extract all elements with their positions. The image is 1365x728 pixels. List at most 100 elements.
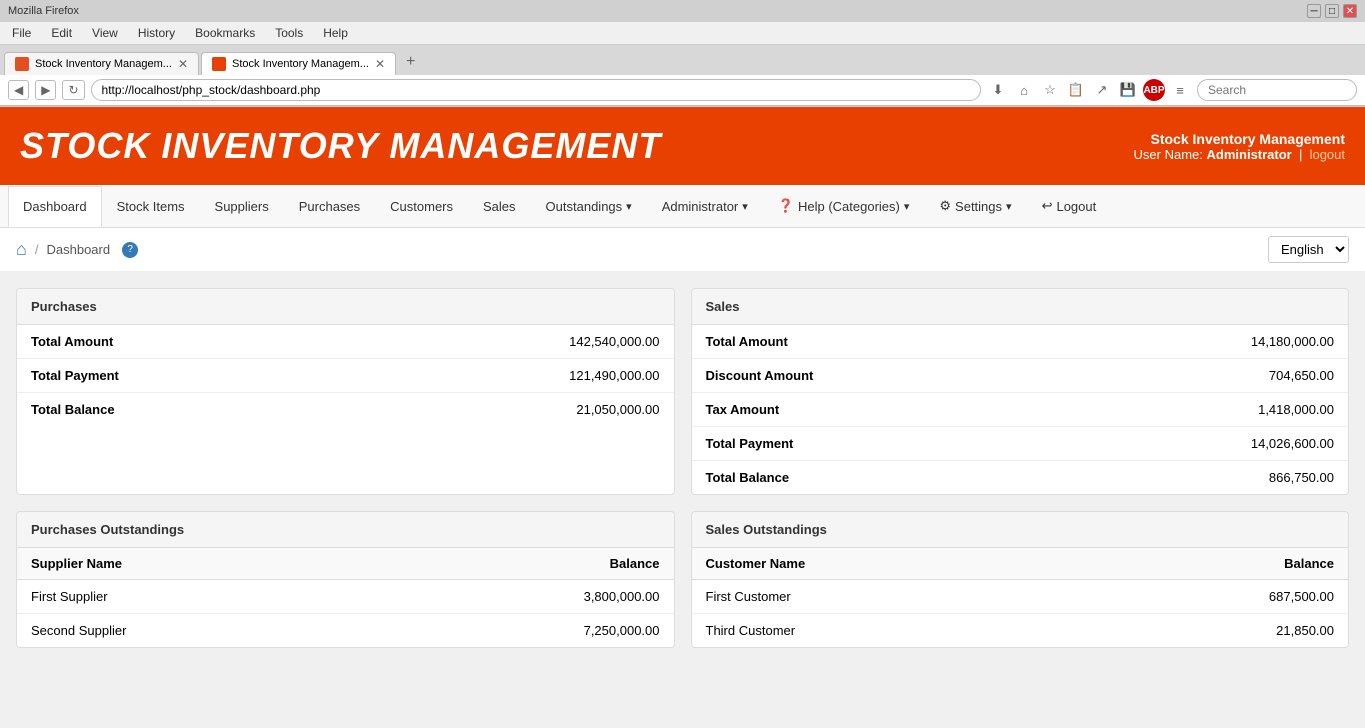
- app-user-info: User Name: Administrator | logout: [1134, 147, 1345, 162]
- minimize-button[interactable]: ─: [1307, 4, 1321, 18]
- row-value: 866,750.00: [1053, 461, 1348, 495]
- table-row: Total Balance21,050,000.00: [17, 393, 674, 427]
- customer-name: Third Customer: [692, 614, 1072, 648]
- reader-icon[interactable]: 📋: [1065, 79, 1087, 101]
- row-label: Total Amount: [17, 325, 378, 359]
- logout-icon: ↩: [1042, 198, 1053, 214]
- nav-settings[interactable]: ⚙ Settings: [924, 185, 1026, 227]
- home-nav-icon[interactable]: ⌂: [1013, 79, 1035, 101]
- row-label: Total Amount: [692, 325, 1053, 359]
- purchases-outstandings-table: Supplier Name Balance First Supplier3,80…: [17, 548, 674, 647]
- supplier-balance: 3,800,000.00: [373, 580, 673, 614]
- row-value: 21,050,000.00: [378, 393, 673, 427]
- row-label: Discount Amount: [692, 359, 1053, 393]
- menu-help[interactable]: Help: [319, 24, 352, 42]
- bookmark-icon[interactable]: ☆: [1039, 79, 1061, 101]
- menu-edit[interactable]: Edit: [47, 24, 76, 42]
- menu-view[interactable]: View: [88, 24, 122, 42]
- address-input[interactable]: [91, 79, 981, 101]
- purchases-outstandings-header: Purchases Outstandings: [17, 512, 674, 548]
- nav-customers[interactable]: Customers: [375, 186, 468, 227]
- supplier-name: First Supplier: [17, 580, 373, 614]
- row-value: 1,418,000.00: [1053, 393, 1348, 427]
- menu-bookmarks[interactable]: Bookmarks: [191, 24, 259, 42]
- tab-label-1: Stock Inventory Managem...: [35, 58, 172, 70]
- menu-history[interactable]: History: [134, 24, 179, 42]
- download-icon[interactable]: ⬇: [987, 79, 1009, 101]
- breadcrumb-help-icon[interactable]: ?: [122, 242, 138, 258]
- language-select[interactable]: English: [1268, 236, 1349, 263]
- browser-tab-1[interactable]: Stock Inventory Managem... ✕: [4, 52, 199, 75]
- help-circle-icon: ❓: [778, 198, 794, 214]
- username-label: Administrator: [1207, 147, 1292, 162]
- purchases-panel-header: Purchases: [17, 289, 674, 325]
- menu-file[interactable]: File: [8, 24, 35, 42]
- purchases-table: Total Amount142,540,000.00Total Payment1…: [17, 325, 674, 426]
- sales-panel: Sales Total Amount14,180,000.00Discount …: [691, 288, 1350, 495]
- table-row: Total Payment121,490,000.00: [17, 359, 674, 393]
- nav-stock-items[interactable]: Stock Items: [102, 186, 200, 227]
- po-col-name: Supplier Name: [17, 548, 373, 580]
- purchases-outstandings-panel: Purchases Outstandings Supplier Name Bal…: [16, 511, 675, 648]
- reload-button[interactable]: ↻: [62, 80, 84, 100]
- so-col-balance: Balance: [1071, 548, 1348, 580]
- row-value: 14,180,000.00: [1053, 325, 1348, 359]
- search-input[interactable]: [1197, 79, 1357, 101]
- table-row: Third Customer21,850.00: [692, 614, 1349, 648]
- main-content: Purchases Total Amount142,540,000.00Tota…: [0, 272, 1365, 680]
- so-col-name: Customer Name: [692, 548, 1072, 580]
- row-value: 142,540,000.00: [378, 325, 673, 359]
- dashboard-row-2: Purchases Outstandings Supplier Name Bal…: [16, 511, 1349, 648]
- share-icon[interactable]: ↗: [1091, 79, 1113, 101]
- adblock-icon[interactable]: ABP: [1143, 79, 1165, 101]
- table-row: Total Amount142,540,000.00: [17, 325, 674, 359]
- table-row: Total Payment14,026,600.00: [692, 427, 1349, 461]
- row-value: 14,026,600.00: [1053, 427, 1348, 461]
- save-icon[interactable]: 💾: [1117, 79, 1139, 101]
- maximize-button[interactable]: □: [1325, 4, 1339, 18]
- customer-balance: 687,500.00: [1071, 580, 1348, 614]
- nav-purchases[interactable]: Purchases: [284, 186, 375, 227]
- sales-outstandings-panel: Sales Outstandings Customer Name Balance…: [691, 511, 1350, 648]
- home-breadcrumb-icon[interactable]: ⌂: [16, 239, 27, 260]
- app-name-label: Stock Inventory Management: [1134, 131, 1345, 147]
- supplier-balance: 7,250,000.00: [373, 614, 673, 648]
- tab-close-2[interactable]: ✕: [375, 57, 385, 71]
- nav-dashboard[interactable]: Dashboard: [8, 186, 102, 227]
- row-label: Total Payment: [17, 359, 378, 393]
- sales-outstandings-header: Sales Outstandings: [692, 512, 1349, 548]
- nav-logout[interactable]: ↩ Logout: [1027, 185, 1112, 227]
- new-tab-button[interactable]: +: [398, 49, 423, 75]
- user-label: User Name:: [1134, 147, 1203, 162]
- purchases-panel: Purchases Total Amount142,540,000.00Tota…: [16, 288, 675, 495]
- breadcrumb-separator: /: [35, 242, 39, 257]
- row-value: 704,650.00: [1053, 359, 1348, 393]
- close-button[interactable]: ✕: [1343, 4, 1357, 18]
- tab-icon-1: [15, 57, 29, 71]
- back-button[interactable]: ◀: [8, 80, 29, 100]
- customer-name: First Customer: [692, 580, 1072, 614]
- table-row: Discount Amount704,650.00: [692, 359, 1349, 393]
- menu-icon[interactable]: ≡: [1169, 79, 1191, 101]
- dashboard-row-1: Purchases Total Amount142,540,000.00Tota…: [16, 288, 1349, 495]
- row-label: Total Balance: [692, 461, 1053, 495]
- nav-administrator[interactable]: Administrator: [647, 186, 763, 227]
- address-bar: ◀ ▶ ↻ ⬇ ⌂ ☆ 📋 ↗ 💾 ABP ≡: [0, 75, 1365, 106]
- table-row: First Supplier3,800,000.00: [17, 580, 674, 614]
- row-label: Total Balance: [17, 393, 378, 427]
- nav-suppliers[interactable]: Suppliers: [200, 186, 284, 227]
- menu-tools[interactable]: Tools: [271, 24, 307, 42]
- app-header: STOCK INVENTORY MANAGEMENT Stock Invento…: [0, 107, 1365, 185]
- nav-outstandings[interactable]: Outstandings: [531, 186, 647, 227]
- tab-close-1[interactable]: ✕: [178, 57, 188, 71]
- breadcrumb-current: Dashboard: [47, 242, 111, 257]
- forward-button[interactable]: ▶: [35, 80, 56, 100]
- logout-link[interactable]: logout: [1310, 147, 1345, 162]
- nav-help[interactable]: ❓ Help (Categories): [763, 185, 925, 227]
- nav-sales[interactable]: Sales: [468, 186, 531, 227]
- browser-menubar: File Edit View History Bookmarks Tools H…: [0, 22, 1365, 45]
- sales-table: Total Amount14,180,000.00Discount Amount…: [692, 325, 1349, 494]
- supplier-name: Second Supplier: [17, 614, 373, 648]
- table-row: Tax Amount1,418,000.00: [692, 393, 1349, 427]
- browser-tab-2[interactable]: Stock Inventory Managem... ✕: [201, 52, 396, 75]
